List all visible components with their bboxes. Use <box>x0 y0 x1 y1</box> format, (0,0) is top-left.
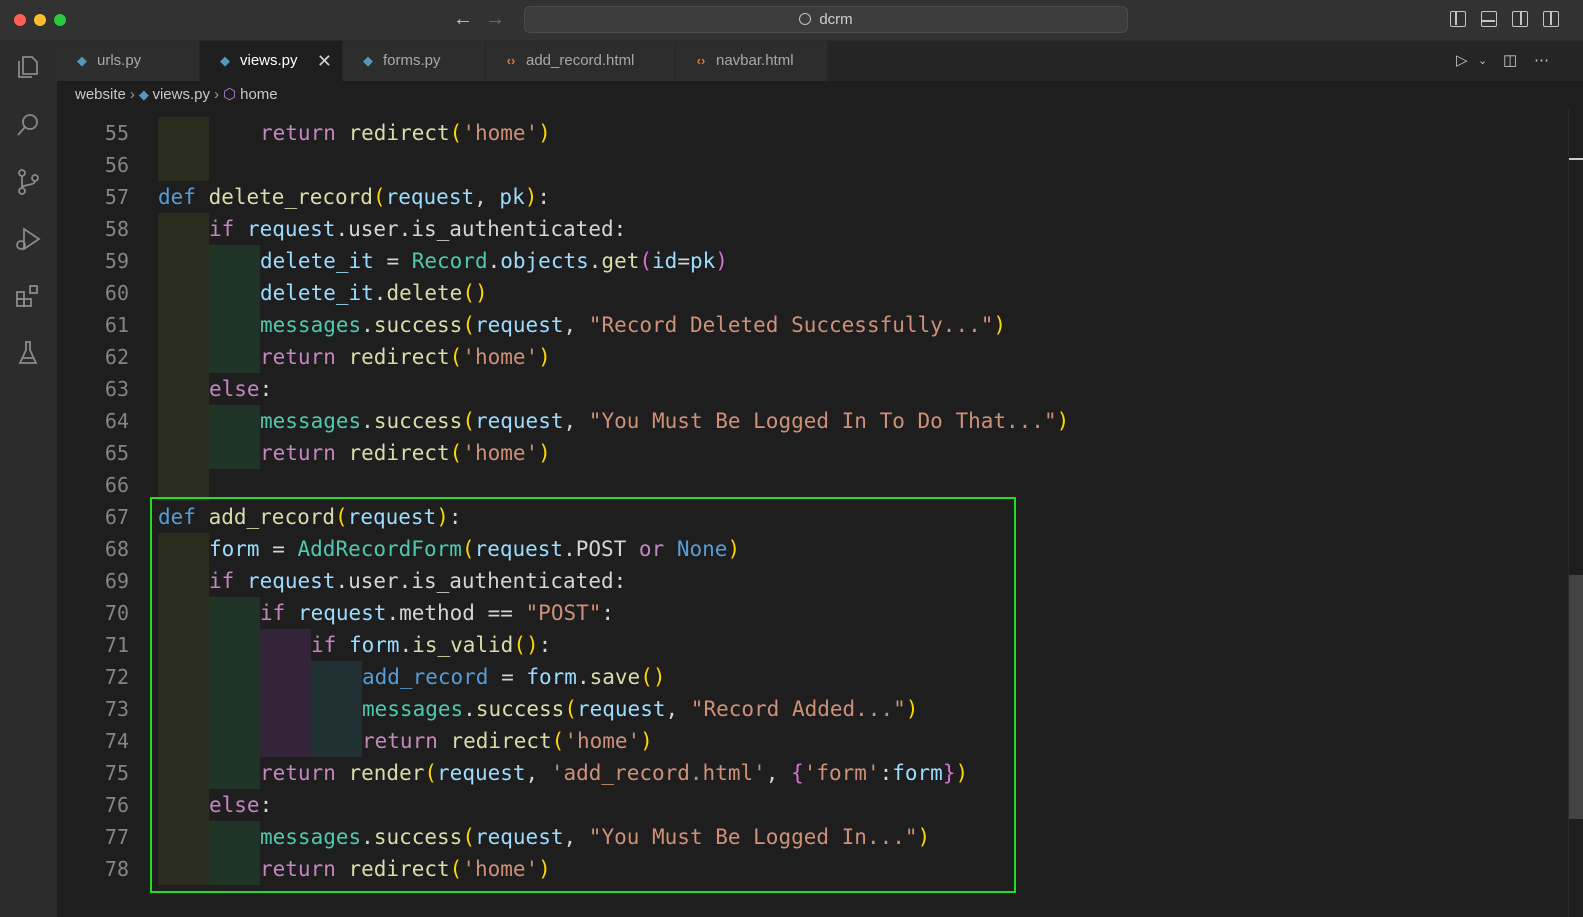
breadcrumb: website › ◆ views.py › ⬡ home <box>57 81 1583 109</box>
python-file-icon: ◆ <box>138 87 153 102</box>
line-number: 75 <box>104 761 129 785</box>
scrollbar-thumb[interactable] <box>1569 575 1583 819</box>
code-line-67: def add_record(request): <box>158 505 462 529</box>
title-bar: ← → dcrm <box>0 0 1583 41</box>
line-number: 65 <box>104 441 129 465</box>
tab-label: urls.py <box>97 52 142 69</box>
python-file-icon: ◆ <box>77 53 87 68</box>
code-line-58: if request.user.is_authenticated: <box>209 217 627 241</box>
source-control-icon[interactable] <box>14 168 42 196</box>
code-line-73: messages.success(request, "Record Added.… <box>362 697 919 721</box>
code-line-62: return redirect('home') <box>260 345 551 369</box>
tab-forms-py[interactable]: ◆ forms.py <box>343 41 486 81</box>
testing-icon[interactable] <box>14 339 42 367</box>
line-number: 72 <box>104 665 129 689</box>
code-line-75: return render(request, 'add_record.html'… <box>260 761 969 785</box>
line-number: 56 <box>104 153 129 177</box>
explorer-icon[interactable] <box>14 53 42 81</box>
line-number: 60 <box>104 281 129 305</box>
split-editor-icon[interactable]: ◫ <box>1503 41 1517 81</box>
code-line-69: if request.user.is_authenticated: <box>209 569 627 593</box>
code-editor[interactable]: 55 56 57 58 59 60 61 62 63 64 65 66 67 68 69 70 71 72 73 74… <box>57 109 1583 917</box>
toggle-secondary-sidebar-icon[interactable] <box>1512 11 1528 27</box>
code-line-78: return redirect('home') <box>260 857 551 881</box>
code-line-70: if request.method == "POST": <box>260 601 615 625</box>
code-line-57: def delete_record(request, pk): <box>158 185 551 209</box>
scrollbar-cursor-marker <box>1569 158 1583 160</box>
code-line-76: else: <box>209 793 273 817</box>
line-number: 67 <box>104 505 129 529</box>
breadcrumb-symbol[interactable]: home <box>240 86 278 103</box>
customize-layout-icon[interactable] <box>1543 11 1559 27</box>
line-number: 70 <box>104 601 129 625</box>
html-file-icon: ‹› <box>696 53 706 68</box>
tab-label: navbar.html <box>716 52 794 69</box>
python-file-icon: ◆ <box>220 53 230 68</box>
line-number: 58 <box>104 217 129 241</box>
close-icon[interactable]: ✕ <box>317 41 332 81</box>
line-number: 76 <box>104 793 129 817</box>
line-number: 63 <box>104 377 129 401</box>
code-line-71: if form.is_valid(): <box>311 633 552 657</box>
html-file-icon: ‹› <box>506 53 516 68</box>
workspace-name: dcrm <box>819 11 853 28</box>
tab-label: forms.py <box>383 52 441 69</box>
maximize-window-button[interactable] <box>54 14 66 26</box>
back-arrow-icon[interactable]: ← <box>453 8 473 30</box>
breadcrumb-folder[interactable]: website <box>75 86 126 103</box>
line-number: 57 <box>104 185 129 209</box>
run-debug-icon[interactable] <box>14 225 42 253</box>
command-center-search[interactable]: dcrm <box>524 6 1128 33</box>
line-number: 78 <box>104 857 129 881</box>
code-line-61: messages.success(request, "Record Delete… <box>260 313 1007 337</box>
code-line-77: messages.success(request, "You Must Be L… <box>260 825 931 849</box>
breadcrumb-file[interactable]: views.py <box>152 86 210 103</box>
tab-urls-py[interactable]: ◆ urls.py <box>57 41 200 81</box>
search-icon[interactable] <box>14 111 42 139</box>
tab-add-record-html[interactable]: ‹› add_record.html <box>486 41 676 81</box>
line-number: 59 <box>104 249 129 273</box>
forward-arrow-icon[interactable]: → <box>485 8 505 30</box>
line-number: 66 <box>104 473 129 497</box>
line-number: 71 <box>104 633 129 657</box>
toggle-primary-sidebar-icon[interactable] <box>1450 11 1466 27</box>
tab-label: views.py <box>240 52 298 69</box>
code-line-64: messages.success(request, "You Must Be L… <box>260 409 1070 433</box>
line-number: 74 <box>104 729 129 753</box>
line-number: 62 <box>104 345 129 369</box>
tab-navbar-html[interactable]: ‹› navbar.html <box>676 41 828 81</box>
line-number: 68 <box>104 537 129 561</box>
tab-views-py[interactable]: ◆ views.py ✕ <box>200 41 343 81</box>
line-number: 77 <box>104 825 129 849</box>
code-line-65: return redirect('home') <box>260 441 551 465</box>
search-icon <box>799 13 812 25</box>
chevron-right-icon: › <box>129 86 135 103</box>
code-line-74: return redirect('home') <box>362 729 653 753</box>
vertical-scrollbar[interactable] <box>1568 109 1583 917</box>
minimize-window-button[interactable] <box>34 14 46 26</box>
line-number: 73 <box>104 697 129 721</box>
activity-bar <box>0 41 57 917</box>
chevron-right-icon: › <box>214 86 219 103</box>
code-line-63: else: <box>209 377 273 401</box>
line-number: 55 <box>104 121 129 145</box>
code-line-60: delete_it.delete() <box>260 281 488 305</box>
extensions-icon[interactable] <box>14 282 42 310</box>
code-line-72: add_record = form.save() <box>362 665 666 689</box>
toggle-panel-icon[interactable] <box>1481 11 1497 27</box>
line-number: 69 <box>104 569 129 593</box>
symbol-method-icon: ⬡ <box>223 86 237 103</box>
line-number: 61 <box>104 313 129 337</box>
code-line-55: return redirect('home') <box>260 121 551 145</box>
editor-tab-bar: ◆ urls.py ◆ views.py ✕ ◆ forms.py ‹› add_rec… <box>57 41 1583 81</box>
close-window-button[interactable] <box>14 14 26 26</box>
tab-label: add_record.html <box>526 52 635 69</box>
python-file-icon: ◆ <box>363 53 373 68</box>
more-actions-icon[interactable]: ⋯ <box>1534 41 1549 81</box>
code-line-68: form = AddRecordForm(request.POST or Non… <box>209 537 741 561</box>
code-line-59: delete_it = Record.objects.get(id=pk) <box>260 249 728 273</box>
chevron-down-icon[interactable]: ⌄ <box>1478 41 1487 81</box>
line-number: 64 <box>104 409 129 433</box>
run-python-icon[interactable]: ▷ <box>1456 41 1468 81</box>
